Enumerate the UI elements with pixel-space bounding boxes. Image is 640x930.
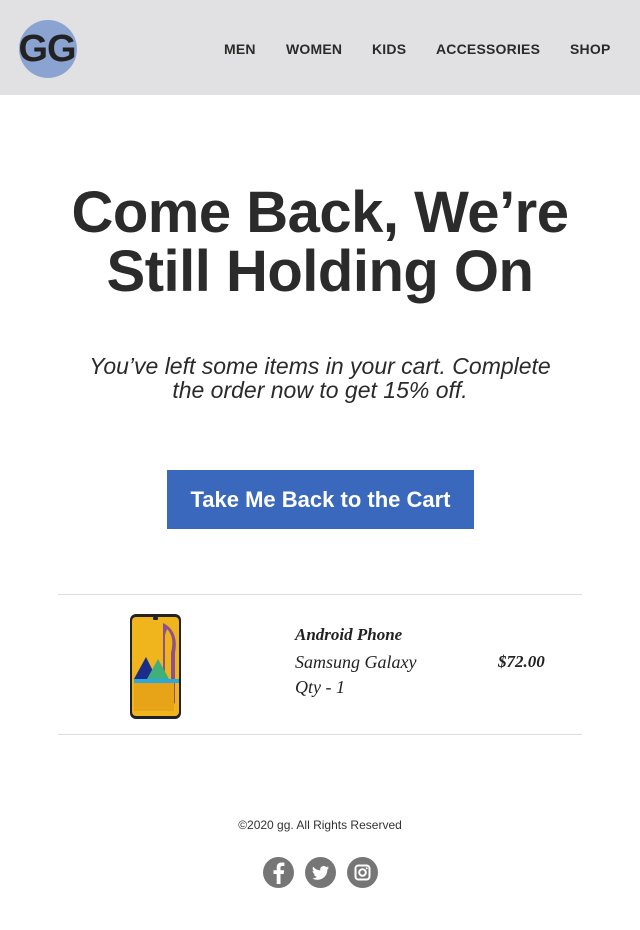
item-quantity: Qty - 1 bbox=[295, 677, 345, 697]
logo-text: GG bbox=[18, 27, 76, 70]
item-title: Android Phone bbox=[295, 625, 403, 644]
header: GG MEN WOMEN KIDS ACCESSORIES SHOP bbox=[0, 0, 640, 95]
subtext-line-2: the order now to get 15% off. bbox=[172, 377, 468, 403]
twitter-icon[interactable] bbox=[305, 857, 336, 888]
back-to-cart-button[interactable]: Take Me Back to the Cart bbox=[167, 470, 474, 529]
instagram-icon[interactable] bbox=[347, 857, 378, 888]
item-price: $72.00 bbox=[498, 652, 545, 671]
cart-reminder-text: You’ve left some items in your cart. Com… bbox=[60, 354, 580, 402]
nav-men[interactable]: MEN bbox=[224, 41, 256, 57]
nav-women[interactable]: WOMEN bbox=[286, 41, 342, 57]
divider-bottom bbox=[58, 734, 582, 735]
divider-top bbox=[58, 594, 582, 595]
social-links bbox=[263, 857, 378, 888]
subtext-line-1: You’ve left some items in your cart. Com… bbox=[89, 353, 551, 379]
logo[interactable]: GG bbox=[18, 20, 77, 78]
nav-kids[interactable]: KIDS bbox=[372, 41, 406, 57]
smartphone-image[interactable] bbox=[129, 613, 182, 720]
facebook-icon[interactable] bbox=[263, 857, 294, 888]
headline-line-1: Come Back, We’re bbox=[71, 180, 569, 245]
nav-shop[interactable]: SHOP bbox=[570, 41, 610, 57]
copyright-text: ©2020 gg. All Rights Reserved bbox=[238, 818, 402, 832]
nav-accessories[interactable]: ACCESSORIES bbox=[436, 41, 540, 57]
headline-line-2: Still Holding On bbox=[106, 239, 534, 304]
item-name: Samsung Galaxy bbox=[295, 652, 417, 672]
main-nav: MEN WOMEN KIDS ACCESSORIES SHOP bbox=[224, 41, 640, 59]
page-title: Come Back, We’re Still Holding On bbox=[0, 183, 640, 301]
